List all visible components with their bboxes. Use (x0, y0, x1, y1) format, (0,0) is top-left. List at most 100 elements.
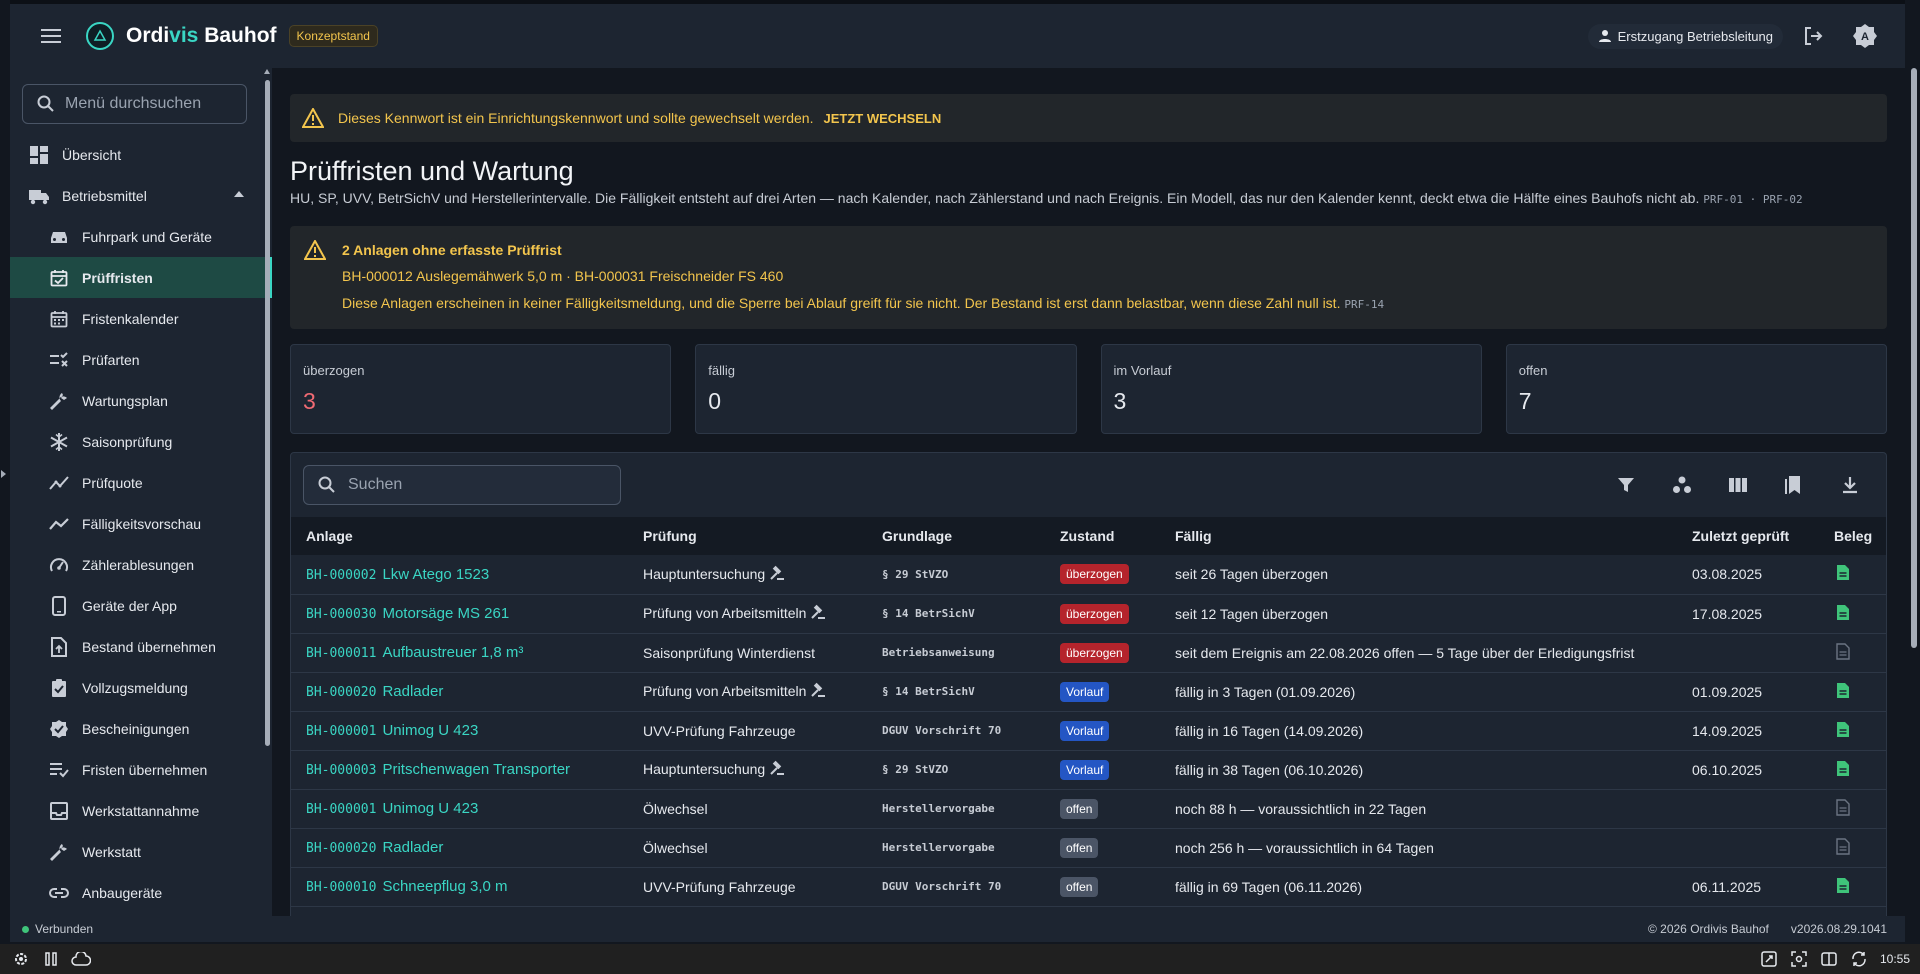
asset-link[interactable]: BH-000011 Aufbaustreuer 1,8 m³ (306, 644, 523, 661)
asset-link[interactable]: BH-000003 Pritschenwagen Transporter (306, 761, 570, 778)
sidebar-item-vollzugsmeldung[interactable]: Vollzugsmeldung (10, 667, 272, 708)
trend-icon (48, 472, 70, 494)
sidebar-item-bestand-uebernehmen[interactable]: Bestand übernehmen (10, 626, 272, 667)
menu-search-input[interactable] (65, 95, 235, 113)
column-header-zuletzt[interactable]: Zuletzt geprüft (1677, 517, 1819, 555)
cloud-icon[interactable] (68, 946, 94, 972)
table-row[interactable]: BH-000010 Schneepflug 3,0 m UVV-Prüfung Fa… (291, 867, 1886, 906)
cell-grundlage: DGUV Vorschrift 70 (882, 880, 1002, 893)
sidebar-item-fristen-uebernehmen[interactable]: Fristen übernehmen (10, 749, 272, 790)
sidebar-item-uebersicht[interactable]: Übersicht (10, 134, 272, 175)
cell-zustand: überzogen (1045, 555, 1160, 594)
screenshot-icon[interactable] (1786, 946, 1812, 972)
kpi-lead[interactable]: im Vorlauf 3 (1100, 344, 1482, 434)
column-header-anlage[interactable]: Anlage (291, 517, 628, 555)
sidebar-group-label: Betriebsmittel (62, 187, 147, 204)
sidebar-scrollbar[interactable] (265, 80, 270, 746)
document-icon[interactable] (1836, 760, 1850, 780)
sidebar-item-zaehlerablesungen[interactable]: Zählerablesungen (10, 544, 272, 585)
asset-link[interactable]: BH-000001 Unimog U 423 (306, 722, 478, 739)
document-icon[interactable] (1836, 721, 1850, 741)
column-header-beleg[interactable]: Beleg (1819, 517, 1886, 555)
sidebar-group-betriebsmittel[interactable]: Betriebsmittel (10, 175, 272, 216)
cell-pruefung: Ölwechsel (643, 839, 708, 856)
document-icon[interactable] (1836, 564, 1850, 584)
table-row[interactable]: BH-000002 Lkw Atego 1523 Hauptuntersuchung… (291, 555, 1886, 594)
sidebar-item-pruefquote[interactable]: Prüfquote (10, 462, 272, 503)
filter-icon[interactable] (1606, 465, 1646, 505)
table-row[interactable]: BH-000020 Radlader Ölwechsel Herstellervorg… (291, 828, 1886, 867)
cell-beleg (1819, 789, 1886, 828)
column-header-grundlage[interactable]: Grundlage (867, 517, 1045, 555)
asset-link[interactable]: BH-000020 Radlader (306, 683, 443, 700)
pause-icon[interactable] (38, 946, 64, 972)
sidebar-item-label: Fristen übernehmen (82, 761, 208, 778)
sidebar-item-bescheinigungen[interactable]: Bescheinigungen (10, 708, 272, 749)
cell-zuletzt: 03.08.2025 (1692, 566, 1763, 583)
cell-beleg (1819, 594, 1886, 633)
sidebar-item-werkstatt[interactable]: Werkstatt (10, 831, 272, 872)
sidebar-item-pruefarten[interactable]: Prüfarten (10, 339, 272, 380)
cell-anlage: BH-000020 Radlader (291, 828, 628, 867)
cell-faellig: fällig in 69 Tagen (06.11.2026) (1175, 878, 1363, 895)
sidebar-item-wartungsplan[interactable]: Wartungsplan (10, 380, 272, 421)
sync-icon[interactable] (1846, 946, 1872, 972)
deadline-table: Anlage Prüfung Grundlage Zustand Fällig … (291, 517, 1886, 907)
kpi-due[interactable]: fällig 0 (695, 344, 1077, 434)
grid-search[interactable] (303, 465, 621, 505)
gavel-icon (769, 565, 785, 584)
kpi-overdue[interactable]: überzogen 3 (290, 344, 672, 434)
sidebar-scroll-up-arrow[interactable] (264, 69, 270, 74)
asset-link[interactable]: BH-000020 Radlader (306, 839, 443, 856)
group-icon[interactable] (1662, 465, 1702, 505)
sidebar-item-prueffristen[interactable]: Prüffristen (10, 257, 272, 298)
column-header-zustand[interactable]: Zustand (1045, 517, 1160, 555)
column-header-pruefung[interactable]: Prüfung (628, 517, 867, 555)
split-view-icon[interactable] (1816, 946, 1842, 972)
change-password-button[interactable]: JETZT WECHSELN (823, 111, 941, 126)
asset-link[interactable]: BH-000010 Schneepflug 3,0 m (306, 878, 508, 895)
columns-icon[interactable] (1718, 465, 1758, 505)
cell-faellig: seit dem Ereignis am 22.08.2026 offen — … (1175, 644, 1635, 661)
menu-search[interactable] (22, 84, 247, 124)
version: v2026.08.29.1041 (1790, 922, 1887, 936)
user-chip[interactable]: Erstzugang Betriebsleitung (1587, 23, 1783, 49)
settings-gear-icon[interactable] (8, 946, 34, 972)
table-row[interactable]: BH-000030 Motorsäge MS 261 Prüfung von Arb… (291, 594, 1886, 633)
sidebar-item-werkstattannahme[interactable]: Werkstattannahme (10, 790, 272, 831)
document-icon[interactable] (1836, 604, 1850, 624)
grid-search-input[interactable] (348, 476, 598, 494)
logout-icon[interactable] (1791, 14, 1835, 58)
table-row[interactable]: BH-000001 Unimog U 423 Ölwechsel Hersteller… (291, 789, 1886, 828)
bookmarks-icon[interactable] (1774, 465, 1814, 505)
cell-grundlage: Betriebsanweisung (882, 646, 995, 659)
cell-faellig: fällig in 3 Tagen (01.09.2026) (1175, 683, 1356, 700)
asset-link[interactable]: BH-000002 Lkw Atego 1523 (306, 566, 489, 583)
cell-pruefung: Saisonprüfung Winterdienst (643, 644, 815, 661)
table-row[interactable]: BH-000020 Radlader Prüfung von Arbeitsmitt… (291, 672, 1886, 711)
sidebar-item-geraete-der-app[interactable]: Geräte der App (10, 585, 272, 626)
hamburger-menu-icon[interactable] (30, 15, 72, 57)
sidebar-item-fristenkalender[interactable]: Fristenkalender (10, 298, 272, 339)
document-icon[interactable] (1836, 877, 1850, 897)
download-icon[interactable] (1830, 465, 1870, 505)
resize-icon[interactable] (1756, 946, 1782, 972)
table-row[interactable]: BH-000011 Aufbaustreuer 1,8 m³ Saisonprüfu… (291, 633, 1886, 672)
sidebar-item-fuhrpark[interactable]: Fuhrpark und Geräte (10, 216, 272, 257)
asset-link[interactable]: BH-000030 Motorsäge MS 261 (306, 605, 509, 622)
column-header-faellig[interactable]: Fällig (1160, 517, 1677, 555)
cell-zuletzt: 06.10.2025 (1692, 761, 1763, 778)
table-row[interactable]: BH-000003 Pritschenwagen Transporter Haupt… (291, 750, 1886, 789)
settings-avatar-icon[interactable]: A (1843, 14, 1887, 58)
kpi-open[interactable]: offen 7 (1505, 344, 1887, 434)
sidebar-item-faelligkeitsvorschau[interactable]: Fälligkeitsvorschau (10, 503, 272, 544)
asset-link[interactable]: BH-000001 Unimog U 423 (306, 800, 478, 817)
page-scrollbar[interactable] (1911, 68, 1917, 648)
dashboard-icon (28, 144, 50, 166)
sidebar-item-saisonpruefung[interactable]: Saisonprüfung (10, 421, 272, 462)
edge-expand-arrow-icon[interactable] (1, 470, 6, 478)
sidebar-item-anbaugeraete[interactable]: Anbaugeräte (10, 872, 272, 913)
table-row[interactable]: BH-000001 Unimog U 423 UVV-Prüfung Fahrzeu… (291, 711, 1886, 750)
cell-zustand: überzogen (1045, 633, 1160, 672)
document-icon[interactable] (1836, 682, 1850, 702)
